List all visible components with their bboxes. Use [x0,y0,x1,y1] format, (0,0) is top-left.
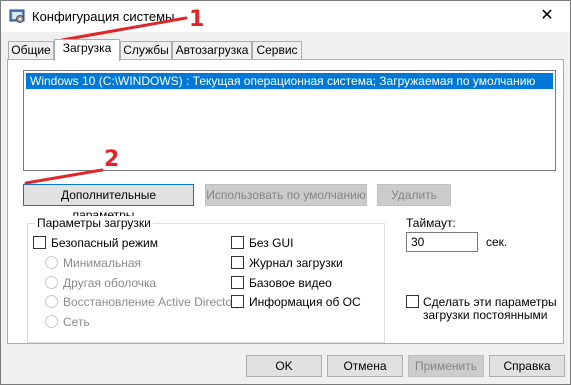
msconfig-icon [9,8,25,24]
make-permanent-label-line2: загрузки постоянными [423,308,548,322]
timeout-unit: сек. [486,235,508,249]
ok-button[interactable]: OK [246,355,322,377]
tab-startup[interactable]: Автозагрузка [172,41,252,60]
annotation-marker-1: 1 [189,7,205,32]
safe-boot-label: Безопасный режим [51,236,158,250]
os-info-checkbox[interactable] [231,295,244,308]
base-video-checkbox[interactable] [231,276,244,289]
minimal-radio[interactable] [45,256,58,269]
cancel-button[interactable]: Отмена [327,355,403,377]
boot-tab-panel: Windows 10 (C:\WINDOWS) : Текущая операц… [7,59,564,344]
tab-general[interactable]: Общие [8,41,54,60]
boot-log-label: Журнал загрузки [249,256,343,270]
tab-tools[interactable]: Сервис [252,41,302,60]
alternate-shell-radio[interactable] [45,276,58,289]
apply-button[interactable]: Применить [408,355,484,377]
no-gui-checkbox[interactable] [231,236,244,249]
make-permanent-label-line1: Сделать эти параметры [423,295,557,309]
tab-boot[interactable]: Загрузка [54,39,120,61]
make-permanent-checkbox[interactable] [406,295,419,308]
os-list-item[interactable]: Windows 10 (C:\WINDOWS) : Текущая операц… [26,73,553,104]
os-info-label: Информация об ОС [249,295,361,309]
system-configuration-window: Конфигурация системы ✕ Общие Загрузка Сл… [0,0,571,385]
close-button[interactable]: ✕ [530,3,564,29]
alternate-shell-label: Другая оболочка [63,276,157,290]
network-label: Сеть [63,315,90,329]
timeout-input[interactable]: 30 [406,232,478,252]
boot-log-checkbox[interactable] [231,256,244,269]
tab-services[interactable]: Службы [120,41,172,60]
help-button[interactable]: Справка [489,355,565,377]
delete-button[interactable]: Удалить [377,184,451,206]
minimal-label: Минимальная [63,256,142,270]
ad-repair-radio[interactable] [45,295,58,308]
boot-options-group-label: Параметры загрузки [35,216,153,230]
no-gui-label: Без GUI [249,236,294,250]
advanced-options-button[interactable]: Дополнительные параметры... [23,184,194,222]
window-title: Конфигурация системы [32,9,175,24]
base-video-label: Базовое видео [249,276,332,290]
timeout-label: Таймаут: [406,216,456,230]
ad-repair-label: Восстановление Active Directory [63,295,243,309]
safe-boot-checkbox[interactable] [33,236,46,249]
os-list[interactable]: Windows 10 (C:\WINDOWS) : Текущая операц… [23,70,556,171]
title-bar: Конфигурация системы ✕ [1,1,570,32]
set-default-button[interactable]: Использовать по умолчанию [205,184,367,206]
network-radio[interactable] [45,315,58,328]
annotation-marker-2: 2 [104,147,120,172]
